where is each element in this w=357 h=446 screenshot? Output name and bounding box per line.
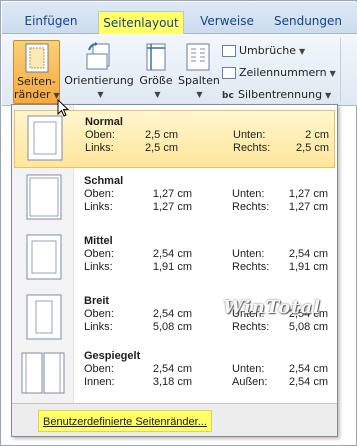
value-bottom: 2,54 cm	[288, 363, 328, 375]
orientation-button[interactable]: Orientierung ▼	[64, 40, 134, 104]
orientation-label: Orientierung	[64, 74, 134, 87]
value-top: 2,54 cm	[152, 248, 192, 260]
preset-name: Normal	[85, 116, 123, 128]
columns-button[interactable]: Spalten ▼	[178, 40, 220, 104]
value-inside: 3,18 cm	[152, 376, 192, 388]
tab-sendungen[interactable]: Sendungen	[270, 10, 346, 32]
value-left: 5,08 cm	[152, 321, 192, 333]
value-bottom: 1,27 cm	[288, 188, 328, 200]
wintotal-watermark: WinTotal	[223, 297, 321, 318]
hyphenation-button[interactable]: bc Silbentrennung ▼	[222, 86, 331, 104]
line-numbers-button[interactable]: Zeilennummern ▼	[222, 64, 336, 82]
margin-preset-schmal[interactable]: Schmal Oben: 1,27 cm Unten: 1,27 cm Link…	[14, 170, 335, 228]
page-margins-moderate-icon	[26, 234, 62, 280]
margin-preset-mittel[interactable]: Mittel Oben: 2,54 cm Unten: 2,54 cm Link…	[14, 230, 335, 288]
breaks-icon	[222, 45, 236, 57]
value-top: 1,27 cm	[152, 188, 192, 200]
columns-label: Spalten	[178, 74, 220, 87]
value-outside: 2,54 cm	[288, 376, 328, 388]
size-caret: ▼	[154, 90, 161, 99]
value-right: 5,08 cm	[288, 321, 328, 333]
custom-margins-button[interactable]: Benutzerdefinierte Seitenränder...	[38, 410, 212, 432]
preset-name: Breit	[84, 295, 110, 307]
label-inside: Innen:	[84, 376, 115, 388]
label-bottom: Unten:	[232, 248, 265, 260]
label-bottom: Unten:	[232, 188, 265, 200]
margins-label-line1: Seiten-	[17, 75, 56, 88]
breaks-button[interactable]: Umbrüche ▼	[222, 42, 305, 60]
hyphenation-icon: bc	[222, 91, 234, 101]
value-top: 2,5 cm	[145, 129, 179, 141]
orientation-icon	[86, 42, 110, 70]
word-window: Einfügen Seitenlayout Verweise Sendungen…	[0, 0, 357, 446]
value-right: 1,91 cm	[288, 261, 328, 273]
label-right: Rechts:	[233, 142, 271, 154]
value-right: 1,27 cm	[288, 201, 328, 213]
dropdown-footer: Benutzerdefinierte Seitenränder...	[12, 404, 337, 436]
ribbon-page-setup-group: Seiten- ränder▼ Orientierung ▼ Größe ▼	[2, 34, 357, 106]
page-margins-mirrored-icon	[21, 352, 65, 394]
custom-margins-label: Benutzerdefinierte Seitenränder...	[43, 416, 207, 428]
margins-dropdown: Normal Oben: 2,5 cm Unten: 2 cm Links: 2…	[11, 104, 338, 437]
ribbon-tab-bar: Einfügen Seitenlayout Verweise Sendungen	[2, 2, 357, 37]
label-left: Links:	[85, 142, 114, 154]
margins-icon	[25, 43, 48, 73]
page-margins-narrow-icon	[26, 174, 62, 220]
label-top: Oben:	[84, 308, 114, 320]
tab-verweise[interactable]: Verweise	[194, 10, 260, 32]
label-right: Rechts:	[232, 201, 270, 213]
label-top: Oben:	[84, 248, 114, 260]
label-top: Oben:	[85, 129, 115, 141]
margin-preset-gespiegelt[interactable]: Gespiegelt Oben: 2,54 cm Unten: 2,54 cm …	[14, 345, 335, 403]
label-outside: Außen:	[232, 376, 268, 388]
label-left: Links:	[84, 321, 113, 333]
value-top: 2,54 cm	[152, 363, 192, 375]
mouse-cursor-icon	[57, 99, 70, 117]
margins-button[interactable]: Seiten- ränder ▼	[13, 40, 60, 104]
value-right: 2,5 cm	[295, 142, 329, 154]
label-top: Oben:	[84, 188, 114, 200]
value-bottom: 2 cm	[305, 129, 329, 141]
page-margins-wide-icon	[26, 294, 62, 340]
orientation-caret: ▼	[97, 90, 104, 99]
size-label: Größe	[139, 74, 173, 87]
page-size-icon	[146, 43, 166, 71]
line-numbers-icon	[222, 67, 236, 79]
preset-name: Schmal	[84, 175, 124, 187]
value-bottom: 2,54 cm	[288, 248, 328, 260]
preset-name: Mittel	[84, 235, 113, 247]
ribbon-overflow	[340, 38, 356, 102]
tab-einfuegen[interactable]: Einfügen	[16, 10, 86, 32]
value-top: 2,54 cm	[152, 308, 192, 320]
label-bottom: Unten:	[233, 129, 266, 141]
margins-gallery: Normal Oben: 2,5 cm Unten: 2 cm Links: 2…	[12, 105, 337, 403]
label-left: Links:	[84, 261, 113, 273]
value-left: 1,91 cm	[152, 261, 192, 273]
label-right: Rechts:	[232, 321, 270, 333]
preset-name: Gespiegelt	[84, 350, 141, 362]
label-right: Rechts:	[232, 261, 270, 273]
label-bottom: Unten:	[232, 363, 265, 375]
columns-icon	[186, 43, 210, 71]
value-left: 2,5 cm	[145, 142, 179, 154]
label-left: Links:	[84, 201, 113, 213]
label-top: Oben:	[84, 363, 114, 375]
columns-caret: ▼	[196, 90, 203, 99]
margins-label-line2: ränder ▼	[14, 88, 60, 101]
size-button[interactable]: Größe ▼	[138, 40, 174, 104]
page-margins-normal-icon	[27, 115, 63, 161]
value-left: 1,27 cm	[152, 201, 192, 213]
